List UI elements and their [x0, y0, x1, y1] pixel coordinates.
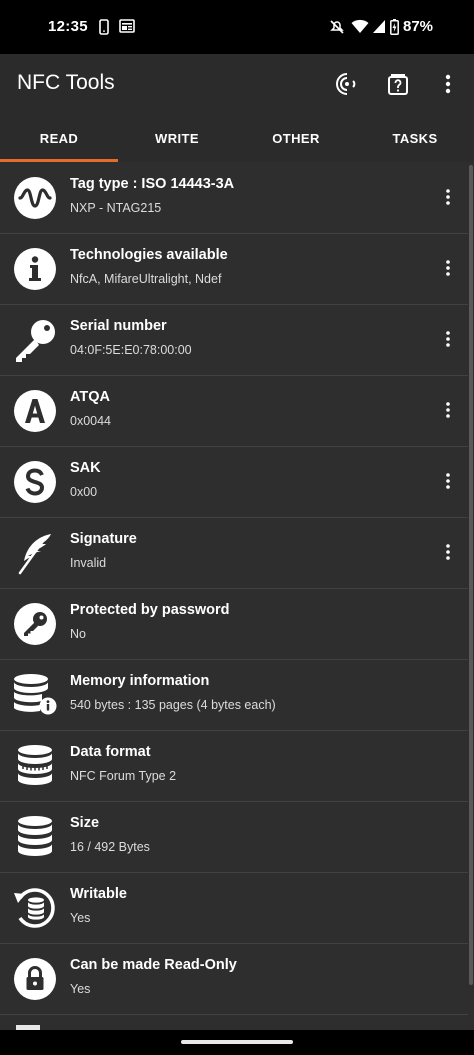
more-options-icon[interactable] [436, 184, 460, 210]
tab-tasks[interactable]: TASKS [356, 114, 474, 162]
item-subtitle: 0x00 [70, 485, 98, 499]
database-format-icon [12, 743, 58, 789]
list-item-serial-number[interactable]: Serial number 04:0F:5E:E0:78:00:00 [0, 304, 468, 376]
mute-icon [329, 19, 345, 40]
tab-bar: READ WRITE OTHER TASKS [0, 114, 474, 162]
item-title: Writable [70, 886, 127, 902]
database-info-icon [12, 672, 58, 718]
list-item-tag-type[interactable]: Tag type : ISO 14443-3A NXP - NTAG215 [0, 162, 468, 234]
app-title: NFC Tools [17, 71, 115, 94]
list-item-sak[interactable]: SAK 0x00 [0, 446, 468, 518]
more-options-icon[interactable] [436, 397, 460, 423]
status-bar: 12:35 87% [0, 0, 474, 54]
item-title: Tag type : ISO 14443-3A [70, 176, 235, 192]
item-subtitle: 540 bytes : 135 pages (4 bytes each) [70, 698, 276, 712]
item-title: Can be made Read-Only [70, 957, 237, 973]
item-title: Data format [70, 744, 151, 760]
app-bar: NFC Tools [0, 54, 474, 114]
help-icon[interactable] [382, 68, 414, 100]
info-icon [12, 246, 58, 292]
battery-percent: 87% [403, 18, 434, 35]
list-item-memory-information[interactable]: Memory information 540 bytes : 135 pages… [0, 659, 468, 731]
item-subtitle: NFC Forum Type 2 [70, 769, 177, 783]
contactless-icon[interactable] [331, 68, 363, 100]
wifi-icon [351, 19, 369, 39]
item-subtitle: NXP - NTAG215 [70, 201, 162, 215]
item-title: Signature [70, 531, 137, 547]
database-icon [12, 814, 58, 860]
item-subtitle: 0x0044 [70, 414, 112, 428]
item-title: Memory information [70, 673, 210, 689]
battery-icon [390, 19, 399, 40]
list-item-technologies[interactable]: Technologies available NfcA, MifareUltra… [0, 233, 468, 305]
password-key-icon [12, 601, 58, 647]
news-icon [119, 19, 135, 38]
item-title: Protected by password [70, 602, 230, 618]
item-title: Serial number [70, 318, 167, 334]
feather-icon [12, 530, 58, 576]
item-title: Technologies available [70, 247, 228, 263]
more-options-icon[interactable] [436, 468, 460, 494]
letter-a-icon [12, 388, 58, 434]
letter-s-icon [12, 459, 58, 505]
item-subtitle: Invalid [70, 556, 107, 570]
nfc-wave-icon [12, 175, 58, 221]
navigation-bar [0, 1030, 474, 1055]
more-options-icon[interactable] [436, 326, 460, 352]
list-item-size[interactable]: Size 16 / 492 Bytes [0, 801, 468, 873]
list-item-data-format[interactable]: Data format NFC Forum Type 2 [0, 730, 468, 802]
item-subtitle: Yes [70, 982, 91, 996]
tab-other[interactable]: OTHER [237, 114, 355, 162]
scrollbar[interactable] [469, 165, 473, 985]
list-item-password[interactable]: Protected by password No [0, 588, 468, 660]
list-item-read-only[interactable]: Can be made Read-Only Yes [0, 943, 468, 1015]
overflow-menu-icon[interactable] [432, 68, 464, 100]
database-refresh-icon [12, 885, 58, 931]
item-title: ATQA [70, 389, 111, 405]
key-icon [12, 317, 58, 363]
status-time: 12:35 [48, 18, 88, 35]
list-item-atqa[interactable]: ATQA 0x0044 [0, 375, 468, 447]
item-subtitle: NfcA, MifareUltralight, Ndef [70, 272, 222, 286]
list-item-signature[interactable]: Signature Invalid [0, 517, 468, 589]
item-subtitle: 04:0F:5E:E0:78:00:00 [70, 343, 192, 357]
phone-icon [98, 19, 110, 40]
signal-icon [372, 19, 386, 39]
item-title: Size [70, 815, 100, 831]
list-item-writable[interactable]: Writable Yes [0, 872, 468, 944]
more-options-icon[interactable] [436, 255, 460, 281]
item-title: SAK [70, 460, 101, 476]
tab-write[interactable]: WRITE [118, 114, 236, 162]
tag-info-list: Tag type : ISO 14443-3A NXP - NTAG215 Te… [0, 162, 474, 1030]
more-options-icon[interactable] [436, 539, 460, 565]
item-subtitle: Yes [70, 911, 91, 925]
item-subtitle: 16 / 492 Bytes [70, 840, 150, 854]
lock-icon [12, 956, 58, 1002]
tab-read[interactable]: READ [0, 114, 118, 162]
item-subtitle: No [70, 627, 86, 641]
home-gesture-handle[interactable] [181, 1040, 293, 1044]
